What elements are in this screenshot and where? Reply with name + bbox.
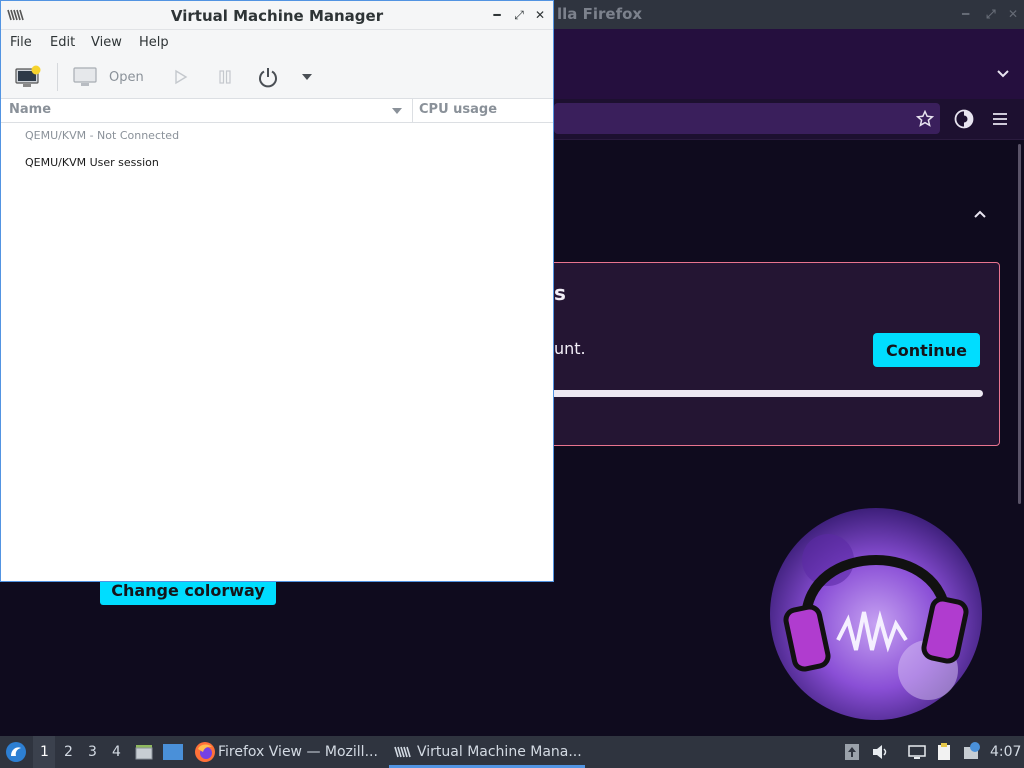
sync-promo-card: s unt. Continue [520,262,1000,446]
task-vmm-label: Virtual Machine Mana... [417,744,582,760]
workspace-4[interactable]: 4 [112,744,121,760]
page-scrollbar[interactable] [1018,144,1021,504]
firefox-minimize-icon[interactable]: ━ [962,0,969,29]
maximize-icon[interactable]: ⤢ [512,8,526,22]
minimize-icon[interactable]: ━ [490,8,504,22]
menu-help[interactable]: Help [139,35,169,50]
new-vm-button[interactable] [14,63,42,91]
firefox-icon [195,742,215,762]
star-icon[interactable] [913,107,937,131]
app-menu-icon[interactable] [5,741,27,763]
chevron-down-icon[interactable] [996,67,1010,81]
menu-edit[interactable]: Edit [50,35,75,50]
menu-file[interactable]: File [10,35,32,50]
notification-icon[interactable] [961,742,981,762]
card-description: unt. [554,339,586,358]
open-button[interactable]: Open [73,63,144,91]
clipboard-icon[interactable] [934,742,954,762]
virt-manager-icon [394,746,411,758]
task-firefox[interactable]: Firefox View — Mozill... [194,736,378,768]
workspace-3[interactable]: 3 [88,744,97,760]
column-name[interactable]: Name [9,102,51,117]
shutdown-button[interactable] [257,63,279,91]
network-icon[interactable] [907,742,927,762]
chevron-up-icon[interactable] [972,207,988,221]
firefox-window-title: lla Firefox [557,5,643,23]
power-icon [259,68,277,88]
run-button[interactable] [173,63,189,91]
dropdown-arrow-icon [302,74,312,80]
vmm-menubar: File Edit View Help [1,30,553,55]
vmm-toolbar: Open [1,55,553,99]
open-label: Open [109,69,144,85]
updates-icon[interactable] [842,742,862,762]
pause-button[interactable] [217,63,233,91]
connection-row-user-session[interactable]: QEMU/KVM User session [25,156,159,169]
workspace-1[interactable]: 1 [40,744,49,760]
pause-icon [219,70,231,84]
vm-list: QEMU/KVM - Not Connected QEMU/KVM User s… [1,123,553,581]
volume-icon[interactable] [870,742,890,762]
hamburger-menu-icon[interactable] [988,107,1012,131]
workspace-2[interactable]: 2 [64,744,73,760]
account-circle-icon[interactable] [952,107,976,131]
column-cpu-usage[interactable]: CPU usage [419,102,497,117]
firefox-maximize-icon[interactable]: ⤢ [986,0,996,29]
shutdown-menu-button[interactable] [301,63,313,91]
show-desktop-icon[interactable] [162,743,184,761]
menu-view[interactable]: View [91,35,122,50]
taskbar: 1 2 3 4 Firefox View — Mozill... Virtual… [0,736,1024,768]
url-bar[interactable] [554,103,940,134]
vmm-titlebar[interactable]: Virtual Machine Manager ━ ⤢ ✕ [1,1,553,30]
vmm-window-title: Virtual Machine Manager [170,7,384,25]
connection-row-not-connected[interactable]: QEMU/KVM - Not Connected [25,129,179,142]
clock[interactable]: 4:07 [990,744,1021,760]
vmm-window: Virtual Machine Manager ━ ⤢ ✕ File Edit … [0,0,554,582]
firefox-close-icon[interactable]: ✕ [1008,0,1018,29]
column-separator[interactable] [412,99,413,123]
play-icon [175,69,188,85]
continue-button[interactable]: Continue [873,333,980,367]
sort-arrow-icon[interactable] [391,107,403,115]
progress-bar [551,390,983,397]
file-manager-icon[interactable] [134,742,154,762]
new-vm-icon [15,65,41,87]
task-firefox-label: Firefox View — Mozill... [218,744,378,760]
task-vmm[interactable]: Virtual Machine Mana... [393,736,582,768]
monitor-icon [73,67,97,86]
toolbar-separator [57,63,58,91]
colorway-headphones-illustration [770,508,982,720]
card-heading: s [554,281,566,305]
vm-list-header: Name CPU usage [1,99,553,123]
close-icon[interactable]: ✕ [533,8,547,22]
